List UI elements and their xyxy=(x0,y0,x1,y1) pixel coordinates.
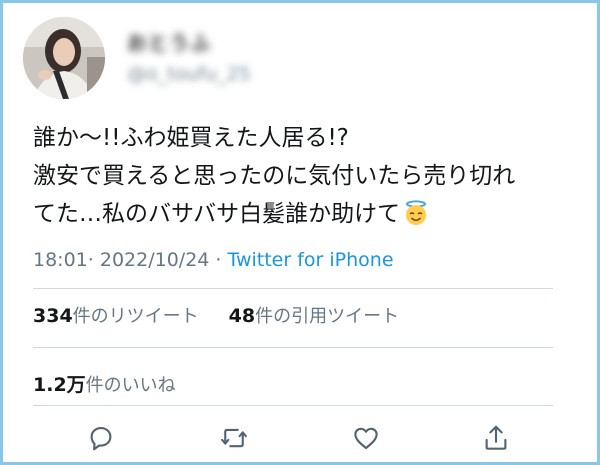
retweets-stat[interactable]: 334件のリツイート xyxy=(33,302,199,328)
meta-separator: · xyxy=(209,249,228,271)
tweet-source-link[interactable]: Twitter for iPhone xyxy=(228,249,394,271)
tweet-meta: 18:01· 2022/10/24 · Twitter for iPhone xyxy=(33,249,394,271)
likes-count: 1.2万 xyxy=(33,374,86,396)
user-handle[interactable]: @o_toufu_25 xyxy=(127,63,251,85)
tweet-card: おとうふ @o_toufu_25 誰か〜!!ふわ姫買えた人居る!? 激安で買える… xyxy=(0,0,600,465)
share-icon[interactable] xyxy=(481,423,511,453)
avatar-photo xyxy=(23,17,105,99)
tweet-line-text: てた…私のバサバサ白髪誰か助けて xyxy=(33,201,401,227)
tweet-line: 激安で買えると思ったのに気付いたら売り切れ xyxy=(33,163,516,189)
retweets-label: 件のリツイート xyxy=(72,306,199,327)
engagement-stats: 334件のリツイート 48件の引用ツイート xyxy=(33,302,399,328)
avatar[interactable] xyxy=(23,17,105,99)
likes-stat[interactable]: 1.2万件のいいね xyxy=(33,370,176,397)
reply-icon[interactable] xyxy=(86,423,116,453)
halo-emoji-icon xyxy=(406,200,427,225)
retweet-icon[interactable] xyxy=(219,423,249,453)
meta-separator: · xyxy=(87,249,100,271)
tweet-text: 誰か〜!!ふわ姫買えた人居る!? 激安で買えると思ったのに気付いたら売り切れ て… xyxy=(33,119,578,233)
quotes-count: 48 xyxy=(228,305,256,327)
tweet-line-last: てた…私のバサバサ白髪誰か助けて xyxy=(33,195,578,233)
divider xyxy=(33,288,553,289)
tweet-date[interactable]: 2022/10/24 xyxy=(100,249,210,271)
divider xyxy=(33,347,553,348)
likes-label: 件のいいね xyxy=(85,375,176,396)
divider xyxy=(33,405,553,406)
quotes-label: 件の引用ツイート xyxy=(255,306,400,327)
retweets-count: 334 xyxy=(33,305,73,327)
like-icon[interactable] xyxy=(351,423,381,453)
quotes-stat[interactable]: 48件の引用ツイート xyxy=(229,302,399,328)
tweet-line: 誰か〜!!ふわ姫買えた人居る!? xyxy=(33,125,349,151)
tweet-time[interactable]: 18:01 xyxy=(33,249,88,271)
display-name[interactable]: おとうふ xyxy=(127,27,211,56)
